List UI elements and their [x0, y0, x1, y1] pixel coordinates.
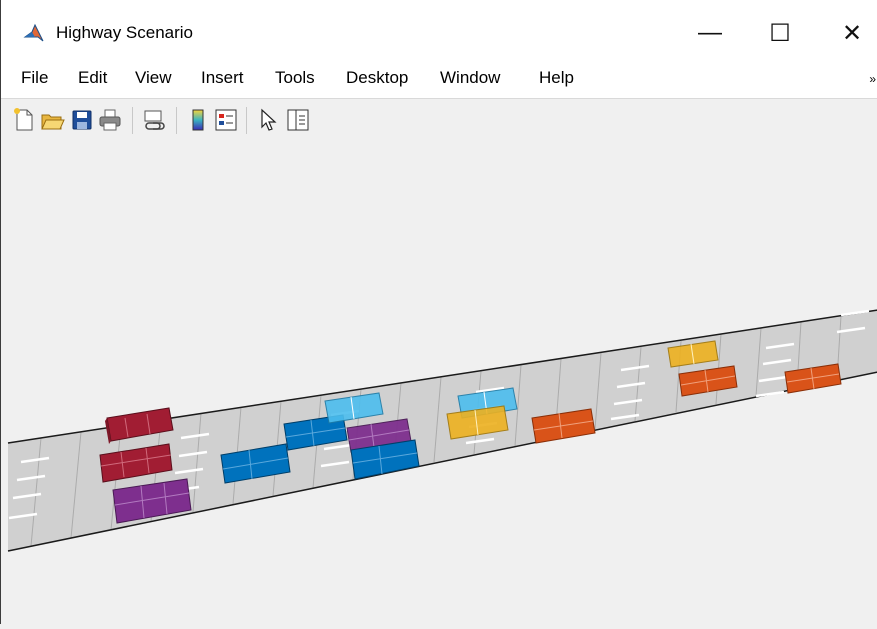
toolbar-separator	[176, 107, 177, 134]
matlab-logo-icon	[23, 22, 45, 44]
scenario-plot[interactable]	[1, 143, 877, 624]
maximize-button[interactable]: ☐	[757, 10, 803, 56]
close-icon: ✕	[841, 19, 863, 47]
menu-insert[interactable]: Insert	[201, 68, 244, 88]
insert-legend-icon[interactable]	[213, 107, 239, 133]
menu-help[interactable]: Help	[539, 68, 574, 88]
link-plot-icon[interactable]	[141, 107, 167, 133]
print-figure-icon[interactable]	[97, 107, 123, 133]
edit-plot-icon[interactable]	[255, 107, 281, 133]
minimize-button[interactable]: —	[687, 10, 733, 56]
plot-canvas[interactable]	[1, 143, 877, 624]
menu-file[interactable]: File	[21, 68, 48, 88]
toolbar-separator	[246, 107, 247, 134]
toolbar-separator	[132, 107, 133, 134]
open-file-icon[interactable]	[39, 107, 65, 133]
menu-view[interactable]: View	[135, 68, 172, 88]
property-inspector-icon[interactable]	[285, 107, 311, 133]
maximize-icon: ☐	[769, 19, 791, 47]
menu-overflow-icon[interactable]: »	[869, 72, 876, 86]
minimize-icon: —	[698, 19, 722, 46]
menu-window[interactable]: Window	[440, 68, 500, 88]
figure-window: Highway Scenario — ☐ ✕ File Edit View In…	[0, 0, 877, 624]
new-figure-icon[interactable]	[11, 107, 37, 133]
window-title: Highway Scenario	[56, 23, 194, 42]
menu-desktop[interactable]: Desktop	[346, 68, 408, 88]
insert-colorbar-icon[interactable]	[185, 107, 211, 133]
figure-toolbar	[1, 98, 877, 144]
menu-bar: File Edit View Insert Tools Desktop Wind…	[1, 62, 877, 98]
close-button[interactable]: ✕	[829, 10, 875, 56]
save-figure-icon[interactable]	[69, 107, 95, 133]
menu-edit[interactable]: Edit	[78, 68, 107, 88]
menu-tools[interactable]: Tools	[275, 68, 315, 88]
title-bar[interactable]: Highway Scenario — ☐ ✕	[1, 0, 877, 62]
